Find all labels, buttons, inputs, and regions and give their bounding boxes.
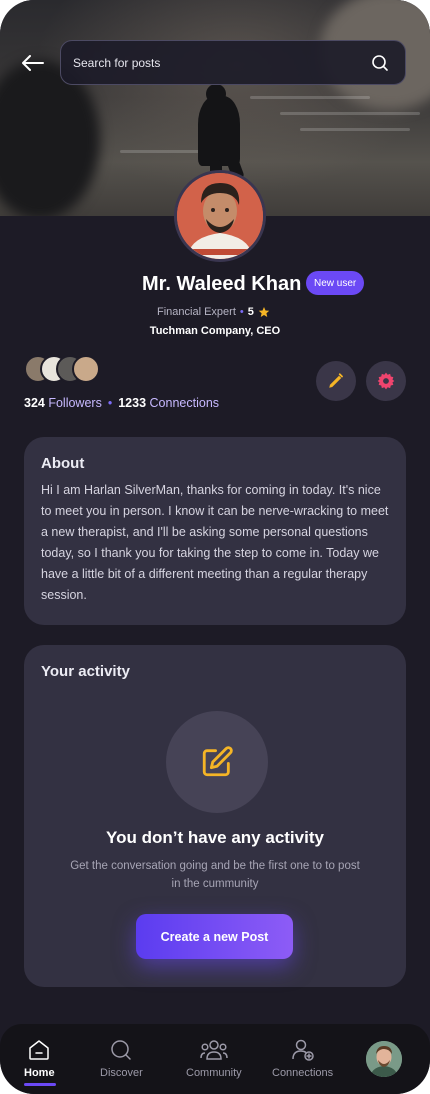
profile-meta: Financial Expert • 5	[157, 306, 270, 318]
profile-avatar-image	[177, 173, 263, 259]
nav-home[interactable]: Home	[24, 1038, 55, 1079]
follower-avatar	[72, 355, 100, 383]
pencil-icon	[329, 373, 343, 388]
search-icon[interactable]	[369, 52, 391, 74]
settings-button[interactable]	[366, 361, 406, 401]
connections-label: Connections	[149, 396, 220, 410]
about-text: Hi I am Harlan SilverMan, thanks for com…	[41, 483, 389, 602]
profile-role: Financial Expert	[157, 306, 236, 318]
nav-avatar-image	[366, 1041, 402, 1077]
nav-active-indicator	[24, 1083, 56, 1086]
follower-avatars[interactable]	[24, 355, 114, 385]
nav-label: Discover	[100, 1067, 143, 1079]
nav-profile-avatar[interactable]	[366, 1041, 402, 1077]
search-bar	[60, 40, 406, 85]
activity-card: Your activity You don’t have any activit…	[24, 645, 406, 987]
followers-label: Followers	[48, 396, 102, 410]
nav-discover[interactable]: Discover	[100, 1038, 143, 1079]
create-post-button[interactable]: Create a new Post	[136, 914, 293, 959]
nav-label: Community	[186, 1067, 242, 1079]
profile-company: Tuchman Company, CEO	[149, 325, 281, 337]
arrow-left-icon	[22, 55, 44, 71]
nav-label: Connections	[272, 1067, 334, 1079]
connections-count: 1233	[118, 396, 147, 410]
separator-dot: •	[239, 306, 244, 318]
about-title: About	[41, 455, 85, 472]
connections-stat[interactable]: 1233 Connections	[118, 396, 219, 410]
activity-title: Your activity	[41, 663, 130, 680]
followers-count: 324	[24, 396, 45, 410]
separator-dot: •	[107, 396, 113, 410]
profile-avatar[interactable]	[174, 170, 266, 262]
profile-name: Mr. Waleed Khan	[142, 273, 302, 295]
community-icon	[200, 1040, 228, 1060]
profile-rating: 5	[247, 306, 254, 318]
empty-activity-subtitle: Get the conversation going and be the fi…	[70, 860, 360, 890]
empty-activity-illustration	[166, 711, 268, 813]
nav-community[interactable]: Community	[186, 1038, 242, 1079]
nav-connections[interactable]: Connections	[272, 1038, 333, 1079]
empty-activity-title: You don’t have any activity	[106, 828, 324, 847]
search-icon	[111, 1040, 132, 1060]
back-button[interactable]	[18, 50, 48, 76]
profile-stats: 324 Followers • 1233 Connections	[24, 396, 219, 410]
followers-stat[interactable]: 324 Followers	[24, 396, 102, 410]
home-icon	[29, 1040, 50, 1060]
edit-square-icon	[202, 746, 233, 777]
gear-icon	[377, 372, 395, 390]
star-icon	[258, 307, 270, 317]
nav-label: Home	[24, 1067, 55, 1079]
edit-profile-button[interactable]	[316, 361, 356, 401]
profile-screen: Mr. Waleed Khan New user Financial Exper…	[0, 0, 430, 1094]
about-card: About Hi I am Harlan SilverMan, thanks f…	[24, 437, 406, 625]
add-user-icon	[291, 1039, 314, 1061]
new-user-badge: New user	[306, 271, 365, 295]
search-input[interactable]	[73, 55, 369, 70]
